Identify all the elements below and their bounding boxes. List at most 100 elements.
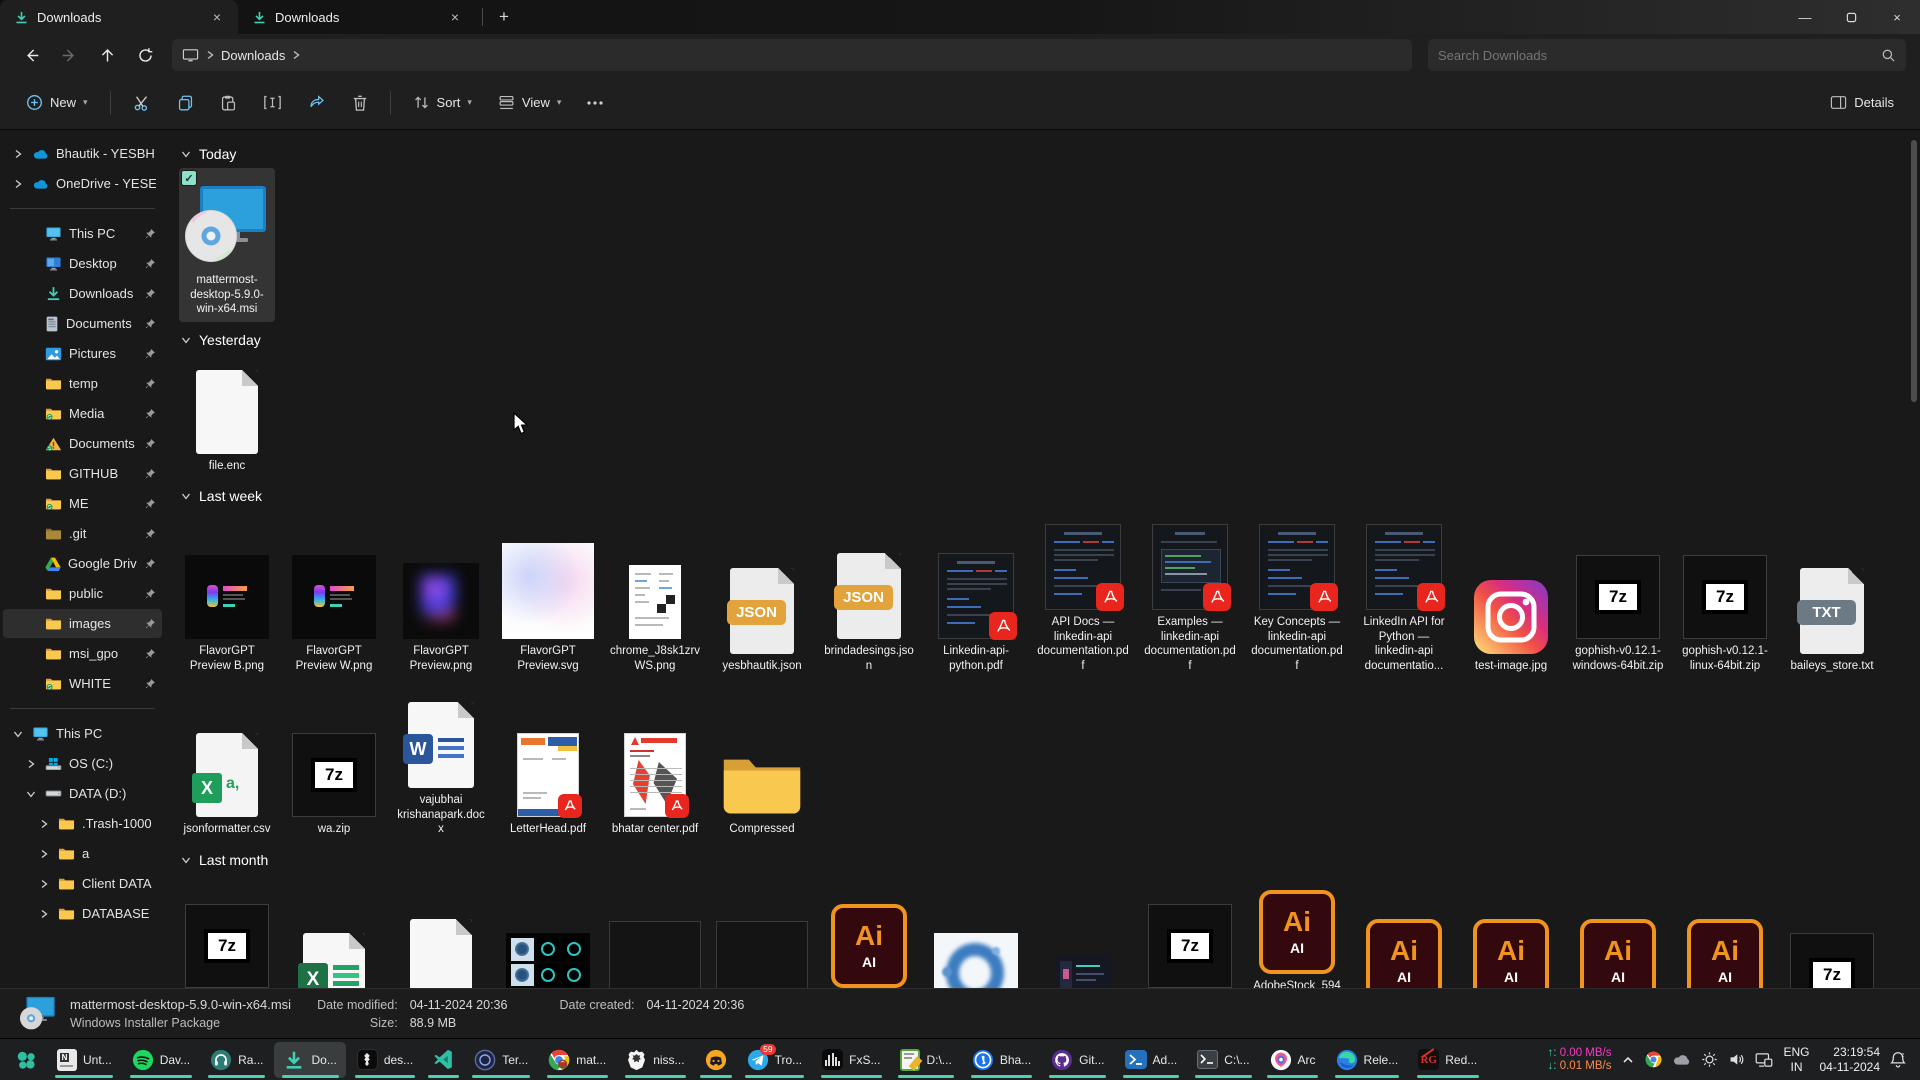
- taskbar-item-designer[interactable]: des...: [348, 1042, 422, 1078]
- sidebar-item-a[interactable]: a: [3, 839, 162, 868]
- up-button[interactable]: [90, 39, 124, 71]
- file-tile-file-enc[interactable]: file.enc: [179, 354, 275, 479]
- delete-button[interactable]: [342, 85, 378, 121]
- file-tile-bhatar-center-pdf[interactable]: bhatar center.pdf: [607, 717, 703, 842]
- sidebar-item-public[interactable]: public: [3, 579, 162, 608]
- pin-icon[interactable]: [144, 318, 156, 330]
- file-tile-yesbhautik-json[interactable]: JSONyesbhautik.json: [714, 554, 810, 679]
- pin-icon[interactable]: [144, 378, 156, 390]
- taskbar-item-redgate[interactable]: RGRed...: [1409, 1042, 1486, 1078]
- tray-expand-chevron-icon[interactable]: [1621, 1053, 1635, 1067]
- tab-downloads-active[interactable]: Downloads ×: [0, 0, 238, 34]
- sidebar-item-database[interactable]: DATABASE: [3, 899, 162, 928]
- file-tile-rectangle-7-png[interactable]: Rectangle 7.png: [714, 917, 810, 988]
- file-tile-test-image-jpg[interactable]: test-image.jpg: [1463, 554, 1559, 679]
- taskbar-item-edge[interactable]: Rele...: [1327, 1042, 1408, 1078]
- expand-chevron[interactable]: [11, 179, 25, 189]
- search-input[interactable]: [1438, 48, 1881, 63]
- sidebar-item-google-drive[interactable]: Google Drive: [3, 549, 162, 578]
- file-tile-flavorgpt-preview-w-png[interactable]: FlavorGPT Preview W.png: [286, 539, 382, 678]
- file-tile-group-37-png[interactable]: Group 37.png: [500, 917, 596, 988]
- language-indicator[interactable]: ENGIN: [1783, 1045, 1809, 1075]
- vertical-scrollbar[interactable]: [1909, 134, 1919, 984]
- file-tile-adobestock-594399656-ai[interactable]: Ai AIAdobeStock_594399656.ai: [1677, 903, 1773, 989]
- details-button[interactable]: Details: [1820, 85, 1904, 121]
- group-header-last-month[interactable]: Last month: [181, 852, 1906, 868]
- taskbar-item-notepadpp[interactable]: D:\...: [891, 1042, 960, 1078]
- taskbar-item-terminal[interactable]: Ter...: [465, 1042, 537, 1078]
- network-speed-widget[interactable]: ↑: 0.00 MB/s↓: 0.01 MB/s: [1548, 1047, 1612, 1073]
- file-tile-adobestock-594399656-converted-copy-ai[interactable]: Ai AIAdobeStock_594399656 [Converted] co…: [1249, 874, 1345, 989]
- sidebar-item-desktop[interactable]: Desktop: [3, 249, 162, 278]
- sidebar-item-onedrive-yese[interactable]: OneDrive - YESE: [3, 169, 162, 198]
- file-tile-flavorgpt-preview-png[interactable]: FlavorGPT Preview.png: [393, 539, 489, 678]
- taskbar-item-arc[interactable]: Arc: [1261, 1042, 1325, 1078]
- share-button[interactable]: [298, 85, 336, 121]
- start-button[interactable]: [6, 1042, 46, 1078]
- file-tile-saveweb2zip-com-www-harness-io-zip[interactable]: 7zsaveweb2zip-com-www-harness-io.zip: [179, 888, 275, 988]
- taskbar-item-fxsound[interactable]: FxS...: [813, 1042, 889, 1078]
- sidebar-item-temp[interactable]: temp: [3, 369, 162, 398]
- pin-icon[interactable]: [144, 468, 156, 480]
- taskbar-item-discord[interactable]: [696, 1042, 736, 1078]
- onedrive-cloud-icon[interactable]: [1672, 1053, 1691, 1066]
- more-options-button[interactable]: [577, 85, 613, 121]
- file-tile-brindadesings-json[interactable]: JSONbrindadesings.json: [821, 539, 917, 678]
- sidebar-item-media[interactable]: Media: [3, 399, 162, 428]
- file-tile-key-concepts-linkedin-api-documentation-pdf[interactable]: Key Concepts — linkedin-api documentatio…: [1249, 510, 1345, 678]
- sidebar-item-client-data[interactable]: Client DATA: [3, 869, 162, 898]
- pin-icon[interactable]: [144, 588, 156, 600]
- file-tile-document-zip[interactable]: 7zDOCUMENT.zip: [1784, 917, 1880, 988]
- address-bar[interactable]: Downloads: [172, 39, 1412, 71]
- file-tile-chrome-j8sk1zrvws-png[interactable]: chrome_J8sk1zrvWS.png: [607, 539, 703, 678]
- pin-icon[interactable]: [144, 648, 156, 660]
- tab-close-icon[interactable]: ×: [444, 6, 466, 28]
- taskbar-item-powershell[interactable]: Ad...: [1116, 1042, 1187, 1078]
- file-tile-linkedin-api-for-python-linkedin-api-documentatio[interactable]: LinkedIn API for Python — linkedin-api d…: [1356, 510, 1452, 678]
- rename-button[interactable]: [253, 85, 292, 121]
- close-button[interactable]: ×: [1874, 0, 1920, 34]
- cast-display-icon[interactable]: [1755, 1052, 1773, 1068]
- notification-bell-icon[interactable]: z: [1890, 1051, 1906, 1068]
- pin-icon[interactable]: [144, 228, 156, 240]
- tab-close-icon[interactable]: ×: [206, 6, 228, 28]
- taskbar-item-radio[interactable]: Ra...: [201, 1042, 272, 1078]
- taskbar-item-spotify[interactable]: Dav...: [123, 1042, 199, 1078]
- file-tile-vajubhai-krishanapark-docx[interactable]: W vajubhai krishanapark.docx: [393, 688, 489, 842]
- sidebar-item-trash-1000[interactable]: .Trash-1000: [3, 809, 162, 838]
- volume-icon[interactable]: [1728, 1051, 1745, 1068]
- sidebar-item-msi-gpo[interactable]: msi_gpo: [3, 639, 162, 668]
- taskbar-item-onepassword[interactable]: Bha...: [963, 1042, 1040, 1078]
- tab-downloads-2[interactable]: Downloads ×: [238, 0, 476, 34]
- sidebar-item-git[interactable]: .git: [3, 519, 162, 548]
- pin-icon[interactable]: [144, 438, 156, 450]
- taskbar-item-vscode[interactable]: [424, 1042, 463, 1078]
- file-tile-yashvidotdev-assignmentrepo-main-zip[interactable]: 7zyashvidotdev_AssignmentRepo-main.zip: [1142, 888, 1238, 988]
- expand-chevron[interactable]: [24, 759, 38, 769]
- file-tile-rectangle-6-png[interactable]: Rectangle 6.png: [607, 917, 703, 988]
- view-button[interactable]: View ▾: [488, 85, 571, 121]
- search-box[interactable]: [1428, 39, 1906, 71]
- sidebar-item-pictures[interactable]: Pictures: [3, 339, 162, 368]
- expand-chevron[interactable]: [11, 149, 25, 159]
- back-button[interactable]: [14, 39, 48, 71]
- pin-icon[interactable]: [144, 558, 156, 570]
- taskbar-item-explorer-downloads[interactable]: Do...: [274, 1042, 345, 1078]
- file-tile-letterhead-pdf[interactable]: LetterHead.pdf: [500, 717, 596, 842]
- sidebar-item-bhautik-yesbh[interactable]: Bhautik - YESBH: [3, 139, 162, 168]
- pin-icon[interactable]: [144, 288, 156, 300]
- taskbar-item-telegram[interactable]: 59Tro...: [738, 1042, 812, 1078]
- group-header-today[interactable]: Today: [181, 146, 1906, 162]
- pin-icon[interactable]: [144, 258, 156, 270]
- sidebar-item-os-c[interactable]: OS (C:): [3, 749, 162, 778]
- pin-icon[interactable]: [144, 498, 156, 510]
- expand-chevron[interactable]: [37, 849, 51, 859]
- file-tile-adobestock-594399656-converted-ai[interactable]: Ai AIAdobeStock_594399656 [Converted].ai: [821, 888, 917, 988]
- paste-button[interactable]: [210, 85, 247, 121]
- expand-chevron[interactable]: [24, 789, 38, 799]
- minimize-button[interactable]: —: [1782, 0, 1828, 34]
- file-tile-linkedin-api-python-pdf[interactable]: Linkedin-api-python.pdf: [928, 539, 1024, 678]
- breadcrumb[interactable]: Downloads: [221, 48, 285, 63]
- sidebar-item-github[interactable]: GITHUB: [3, 459, 162, 488]
- expand-chevron[interactable]: [37, 879, 51, 889]
